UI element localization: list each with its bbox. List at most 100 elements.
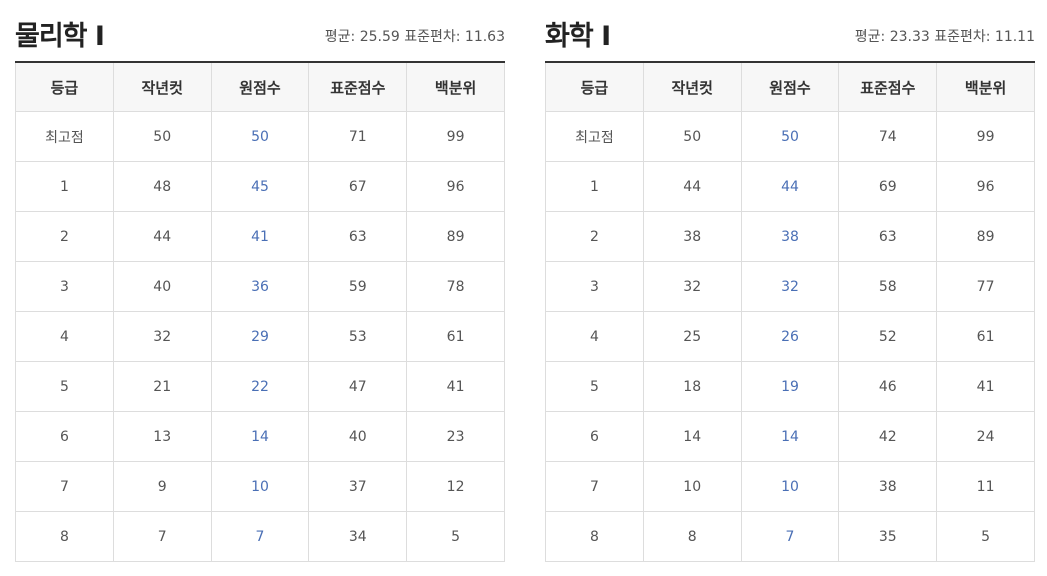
cell-percentile: 41 xyxy=(936,361,1035,412)
cell-grade: 최고점 xyxy=(545,111,644,162)
cell-raw-score: 10 xyxy=(210,461,310,512)
cell-standard-score: 42 xyxy=(838,411,938,462)
table-header: 등급 작년컷 원점수 표준점수 백분위 xyxy=(15,61,505,112)
table-row: 최고점 50 50 74 99 xyxy=(545,111,1035,162)
cell-last-year-cut: 8 xyxy=(642,511,742,562)
column-header-grade: 등급 xyxy=(15,61,114,112)
cell-percentile: 24 xyxy=(936,411,1035,462)
cell-standard-score: 52 xyxy=(838,311,938,362)
cell-grade: 8 xyxy=(545,511,644,562)
cell-percentile: 99 xyxy=(936,111,1035,162)
cell-percentile: 41 xyxy=(406,361,505,412)
column-header-raw-score: 원점수 xyxy=(210,61,310,112)
table-body: 최고점 50 50 71 99 1 48 45 67 96 2 44 41 63 89 3 40 36 59 78 4 3… xyxy=(15,111,505,562)
grade-table: 등급 작년컷 원점수 표준점수 백분위 최고점 50 50 71 99 1 48 45 67 96 2 44 4… xyxy=(15,61,505,562)
table-row: 1 44 44 69 96 xyxy=(545,161,1035,212)
header-row: 등급 작년컷 원점수 표준점수 백분위 xyxy=(545,61,1035,112)
panel-header: 물리학 Ⅰ 평균: 25.59 표준편차: 11.63 xyxy=(15,0,505,61)
cell-last-year-cut: 21 xyxy=(112,361,212,412)
cell-percentile: 96 xyxy=(406,161,505,212)
table-row: 2 38 38 63 89 xyxy=(545,211,1035,262)
cell-standard-score: 35 xyxy=(838,511,938,562)
cell-raw-score: 50 xyxy=(210,111,310,162)
column-header-percentile: 백분위 xyxy=(406,61,505,112)
cell-percentile: 5 xyxy=(406,511,505,562)
cell-raw-score: 45 xyxy=(210,161,310,212)
table-row: 6 13 14 40 23 xyxy=(15,411,505,462)
cell-percentile: 5 xyxy=(936,511,1035,562)
header-row: 등급 작년컷 원점수 표준점수 백분위 xyxy=(15,61,505,112)
table-row: 1 48 45 67 96 xyxy=(15,161,505,212)
cell-grade: 6 xyxy=(15,411,114,462)
cell-raw-score: 32 xyxy=(740,261,840,312)
cell-standard-score: 40 xyxy=(308,411,408,462)
cell-percentile: 23 xyxy=(406,411,505,462)
cell-grade: 5 xyxy=(545,361,644,412)
cell-raw-score: 7 xyxy=(210,511,310,562)
chemistry-panel: 화학 Ⅰ 평균: 23.33 표준편차: 11.11 등급 작년컷 원점수 표준점수 백… xyxy=(545,0,1035,562)
table-row: 3 32 32 58 77 xyxy=(545,261,1035,312)
table-row: 6 14 14 42 24 xyxy=(545,411,1035,462)
cell-last-year-cut: 50 xyxy=(112,111,212,162)
subject-title: 화학 Ⅰ xyxy=(545,21,611,52)
table-row: 2 44 41 63 89 xyxy=(15,211,505,262)
subject-stats: 평균: 25.59 표준편차: 11.63 xyxy=(324,29,505,45)
cell-raw-score: 41 xyxy=(210,211,310,262)
cell-percentile: 99 xyxy=(406,111,505,162)
cell-last-year-cut: 50 xyxy=(642,111,742,162)
cell-raw-score: 26 xyxy=(740,311,840,362)
cell-grade: 5 xyxy=(15,361,114,412)
cell-standard-score: 47 xyxy=(308,361,408,412)
cell-raw-score: 10 xyxy=(740,461,840,512)
column-header-percentile: 백분위 xyxy=(936,61,1035,112)
cell-standard-score: 58 xyxy=(838,261,938,312)
cell-last-year-cut: 32 xyxy=(642,261,742,312)
table-row: 7 9 10 37 12 xyxy=(15,461,505,512)
cell-last-year-cut: 10 xyxy=(642,461,742,512)
cell-last-year-cut: 13 xyxy=(112,411,212,462)
table-row: 5 18 19 46 41 xyxy=(545,361,1035,412)
cell-raw-score: 29 xyxy=(210,311,310,362)
table-row: 4 25 26 52 61 xyxy=(545,311,1035,362)
cell-grade: 7 xyxy=(15,461,114,512)
cell-last-year-cut: 18 xyxy=(642,361,742,412)
cell-grade: 8 xyxy=(15,511,114,562)
cell-percentile: 89 xyxy=(406,211,505,262)
panel-header: 화학 Ⅰ 평균: 23.33 표준편차: 11.11 xyxy=(545,0,1035,61)
cell-grade: 1 xyxy=(545,161,644,212)
table-row: 3 40 36 59 78 xyxy=(15,261,505,312)
subject-title: 물리학 Ⅰ xyxy=(15,21,105,52)
cell-percentile: 96 xyxy=(936,161,1035,212)
cell-standard-score: 63 xyxy=(838,211,938,262)
cell-grade: 3 xyxy=(15,261,114,312)
cell-grade: 3 xyxy=(545,261,644,312)
cell-last-year-cut: 44 xyxy=(112,211,212,262)
cell-last-year-cut: 38 xyxy=(642,211,742,262)
cell-last-year-cut: 14 xyxy=(642,411,742,462)
table-body: 최고점 50 50 74 99 1 44 44 69 96 2 38 38 63 89 3 32 32 58 77 4 2… xyxy=(545,111,1035,562)
cell-last-year-cut: 25 xyxy=(642,311,742,362)
cell-percentile: 78 xyxy=(406,261,505,312)
physics-panel: 물리학 Ⅰ 평균: 25.59 표준편차: 11.63 등급 작년컷 원점수 표준점수… xyxy=(15,0,505,562)
cell-standard-score: 34 xyxy=(308,511,408,562)
grade-table: 등급 작년컷 원점수 표준점수 백분위 최고점 50 50 74 99 1 44 44 69 96 2 38 3… xyxy=(545,61,1035,562)
cell-last-year-cut: 44 xyxy=(642,161,742,212)
cell-percentile: 77 xyxy=(936,261,1035,312)
column-header-standard-score: 표준점수 xyxy=(308,61,408,112)
cell-last-year-cut: 9 xyxy=(112,461,212,512)
cell-raw-score: 38 xyxy=(740,211,840,262)
table-row: 4 32 29 53 61 xyxy=(15,311,505,362)
cell-grade: 2 xyxy=(545,211,644,262)
cell-standard-score: 53 xyxy=(308,311,408,362)
cell-raw-score: 7 xyxy=(740,511,840,562)
table-row: 최고점 50 50 71 99 xyxy=(15,111,505,162)
cell-standard-score: 59 xyxy=(308,261,408,312)
table-row: 5 21 22 47 41 xyxy=(15,361,505,412)
cell-grade: 2 xyxy=(15,211,114,262)
table-row: 8 7 7 34 5 xyxy=(15,511,505,562)
cell-last-year-cut: 32 xyxy=(112,311,212,362)
cell-raw-score: 50 xyxy=(740,111,840,162)
cell-grade: 최고점 xyxy=(15,111,114,162)
cell-raw-score: 22 xyxy=(210,361,310,412)
cell-standard-score: 71 xyxy=(308,111,408,162)
